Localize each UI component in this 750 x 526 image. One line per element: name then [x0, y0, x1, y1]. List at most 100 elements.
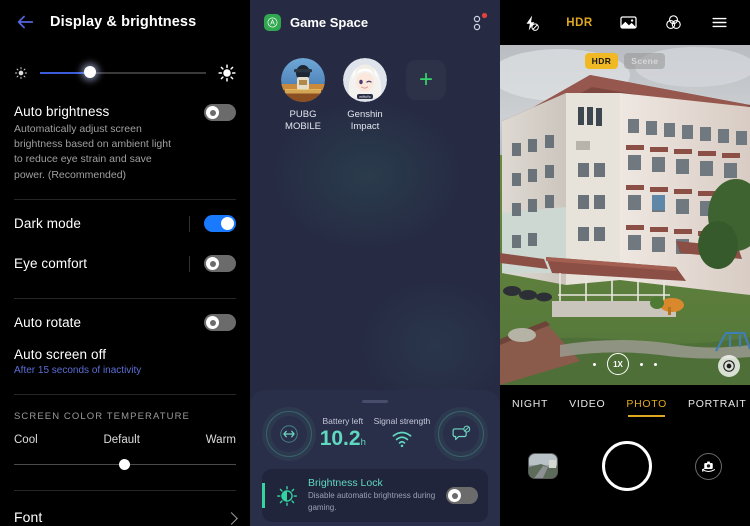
game-label-line2: MOBILE: [285, 121, 321, 133]
viewfinder-image: [500, 45, 750, 385]
signal-stat: Signal strength: [373, 415, 431, 453]
small-sun-icon: [14, 66, 28, 80]
brightness-lock-title: Brightness Lock: [308, 477, 383, 489]
brightness-lock-subtitle: Disable automatic brightness during gami…: [308, 491, 436, 512]
game-space-logo-icon: [264, 13, 281, 31]
chevron-right-icon: [225, 512, 238, 526]
auto-brightness-toggle[interactable]: [204, 104, 236, 121]
auto-rotate-toggle[interactable]: [204, 314, 236, 332]
camera-shutter-bar: [500, 423, 750, 491]
brightness-lock-text: Brightness Lock Disable automatic bright…: [308, 477, 446, 514]
toggle-knob: [448, 489, 461, 502]
color-temperature-slider[interactable]: [14, 458, 236, 472]
font-label: Font: [14, 508, 43, 525]
shutter-button[interactable]: [601, 441, 652, 491]
pubg-mobile-icon: [281, 58, 325, 102]
zoom-dot[interactable]: [593, 362, 596, 366]
eye-comfort-row[interactable]: Eye comfort: [0, 246, 250, 282]
brightness-slider-row: [0, 56, 250, 90]
auto-screen-off-row[interactable]: Auto screen off After 15 seconds of inac…: [0, 347, 250, 376]
temp-label-warm: Warm: [205, 433, 236, 446]
back-arrow-icon[interactable]: [14, 11, 36, 33]
display-header: Display & brightness: [0, 0, 250, 44]
game-tile-genshin[interactable]: miHoYo Genshin Impact: [334, 58, 396, 134]
mode-tab-portrait[interactable]: PORTRAIT: [688, 398, 747, 410]
game-stats-panel: Battery left 10.2h Signal strength Brigh…: [250, 390, 500, 526]
page-title: Display & brightness: [50, 14, 197, 30]
camera-top-bar: HDR: [500, 0, 750, 45]
toggle-knob: [206, 257, 219, 271]
dark-mode-toggle[interactable]: [204, 215, 236, 233]
temp-label-default: Default: [103, 433, 140, 446]
hdr-icon[interactable]: HDR: [566, 13, 592, 33]
dark-mode-label: Dark mode: [14, 216, 81, 232]
color-filters-icon[interactable]: [664, 13, 684, 33]
game-tile-pubg[interactable]: PUBG MOBILE: [272, 58, 334, 134]
zoom-level-indicator[interactable]: 1X: [607, 353, 629, 375]
auto-brightness-description: Automatically adjust screen brightness b…: [14, 123, 172, 181]
battery-unit: h: [360, 437, 366, 449]
font-row[interactable]: Font: [0, 497, 250, 526]
signal-label: Signal strength: [373, 415, 431, 426]
slider-thumb[interactable]: [83, 66, 96, 78]
game-space-screen: Game Space PUBG MOBILE miHoYo Genshin Im…: [250, 0, 500, 526]
divider: [14, 489, 236, 491]
slider-fill: [40, 72, 90, 74]
slider-thumb[interactable]: [119, 458, 130, 470]
zoom-dot[interactable]: [654, 362, 657, 366]
add-game-button[interactable]: +: [406, 60, 446, 100]
large-sun-icon: [218, 64, 236, 82]
expand-horizontal-icon[interactable]: [266, 411, 312, 457]
hamburger-menu-icon[interactable]: [709, 13, 729, 33]
game-label-line1: Genshin: [347, 109, 383, 120]
temp-label-cool: Cool: [14, 433, 38, 446]
three-panel-screenshot: Display & brightness Auto brightness Aut…: [0, 0, 750, 526]
zoom-dot[interactable]: [640, 362, 643, 366]
toggle-knob: [221, 217, 234, 231]
auto-brightness-row[interactable]: Auto brightness Automatically adjust scr…: [14, 104, 236, 183]
hdr-badge[interactable]: HDR: [584, 53, 619, 69]
game-space-header: Game Space: [250, 0, 500, 44]
game-label-line1: PUBG: [289, 109, 317, 120]
flash-off-icon[interactable]: [521, 13, 541, 33]
mode-tab-photo[interactable]: PHOTO: [626, 398, 667, 417]
lens-switch-icon[interactable]: [718, 355, 740, 377]
divider: [14, 297, 236, 299]
mode-tab-night[interactable]: NIGHT: [512, 398, 548, 410]
toggle-knob: [206, 316, 219, 330]
brightness-slider[interactable]: [40, 63, 206, 83]
camera-viewfinder[interactable]: HDR Scene 1X: [500, 45, 750, 385]
auto-brightness-section: Auto brightness Automatically adjust scr…: [0, 104, 250, 183]
eye-comfort-toggle[interactable]: [204, 255, 236, 273]
last-photo-thumbnail[interactable]: [528, 453, 558, 479]
color-temperature-labels: Cool Default Warm: [0, 434, 250, 446]
mode-tab-video[interactable]: VIDEO: [569, 398, 605, 410]
eye-comfort-control: [189, 255, 236, 273]
brightness-lock-toggle[interactable]: [446, 487, 478, 504]
game-space-title: Game Space: [290, 14, 369, 30]
battery-value: 10.2h: [320, 427, 366, 451]
wifi-icon: [392, 431, 412, 447]
battery-number: 10.2: [319, 427, 361, 451]
scene-badge[interactable]: Scene: [624, 53, 666, 69]
auto-rotate-row[interactable]: Auto rotate: [0, 305, 250, 341]
drag-handle[interactable]: [362, 400, 388, 403]
zoom-control[interactable]: 1X: [500, 353, 750, 375]
gallery-photo-icon[interactable]: [618, 13, 638, 33]
auto-brightness-title: Auto brightness: [14, 104, 110, 119]
brightness-half-icon: [276, 485, 298, 506]
auto-screen-off-value: After 15 seconds of inactivity: [14, 364, 142, 376]
divider: [14, 198, 236, 200]
dark-mode-row[interactable]: Dark mode: [0, 206, 250, 242]
block-notifications-icon[interactable]: [437, 411, 484, 457]
svg-text:miHoYo: miHoYo: [359, 95, 370, 99]
notification-dot: [481, 12, 488, 19]
battery-label: Battery left: [322, 416, 364, 427]
auto-brightness-text: Auto brightness Automatically adjust scr…: [14, 104, 189, 183]
switch-camera-icon[interactable]: [695, 452, 722, 480]
brightness-lock-card[interactable]: Brightness Lock Disable automatic bright…: [262, 469, 488, 522]
viewfinder-badges: HDR Scene: [500, 53, 750, 69]
divider: [14, 393, 236, 395]
overflow-dots-icon[interactable]: [472, 12, 488, 34]
games-list: PUBG MOBILE miHoYo Genshin Impact +: [250, 44, 500, 134]
